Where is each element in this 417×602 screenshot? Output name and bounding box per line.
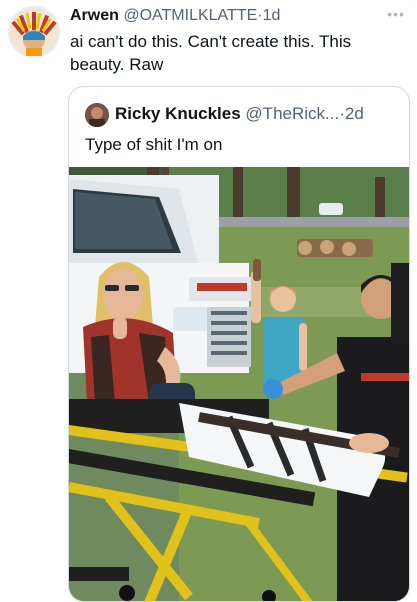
ellipsis-icon[interactable]: ••• [385, 6, 407, 22]
stretcher-photo [69, 167, 409, 601]
author-name[interactable]: Arwen [70, 7, 119, 24]
quoted-author-avatar[interactable] [85, 103, 109, 127]
post-header: Arwen @OATMILKLATTE·1d [70, 7, 280, 25]
post-timestamp[interactable]: 1d [263, 7, 281, 24]
quoted-author-handle[interactable]: @TheRick... [245, 104, 339, 123]
quoted-avatar-image [85, 103, 109, 127]
quoted-author-name[interactable]: Ricky Knuckles [115, 104, 241, 123]
quoted-post-photo[interactable] [69, 167, 409, 601]
quoted-post-text: Type of shit I'm on [85, 135, 223, 154]
post-text: ai can't do this. Can't create this. Thi… [70, 32, 352, 74]
avatar-image [8, 6, 60, 58]
author-avatar[interactable] [8, 6, 60, 58]
quoted-post-header: Ricky Knuckles @TheRick...·2d [115, 104, 364, 124]
quoted-post-timestamp[interactable]: 2d [345, 104, 364, 123]
quoted-post[interactable]: Ricky Knuckles @TheRick...·2d Type of sh… [68, 86, 410, 602]
author-handle[interactable]: @OATMILKLATTE [123, 7, 257, 24]
